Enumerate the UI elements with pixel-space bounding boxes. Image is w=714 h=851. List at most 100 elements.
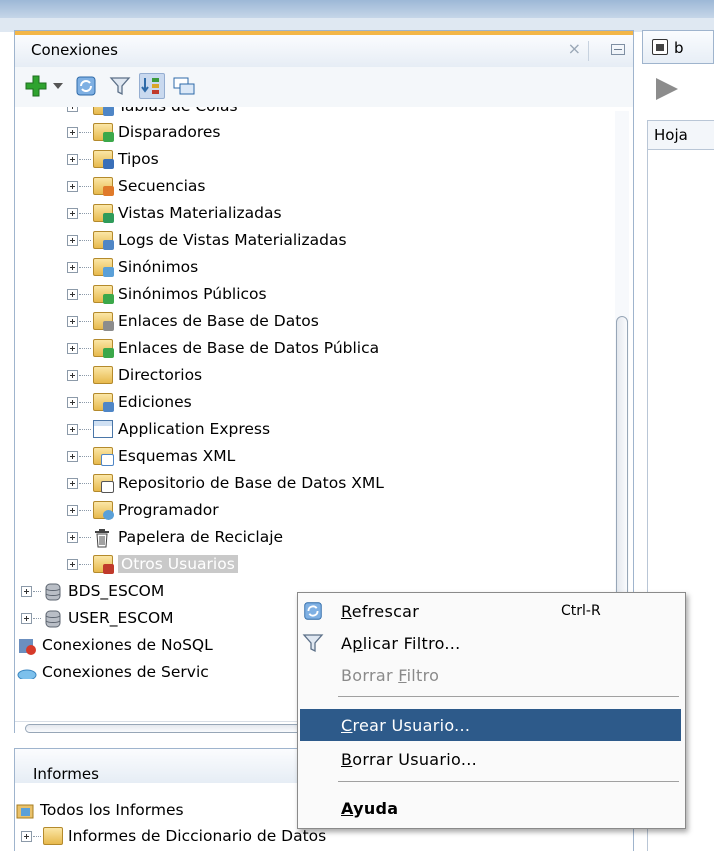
tree-item-queue-tables[interactable]: Tablas de Colas xyxy=(67,107,238,119)
connection-label: USER_ESCOM xyxy=(68,609,174,627)
tree-item-xml-repository[interactable]: Repositorio de Base de Datos XML xyxy=(67,470,384,496)
add-connection-icon[interactable] xyxy=(23,73,49,99)
queue-tables-icon xyxy=(93,107,114,116)
sheet-tab[interactable]: Hoja xyxy=(647,120,714,150)
editions-icon xyxy=(93,393,114,412)
menu-item-help[interactable]: Ayuda xyxy=(298,792,685,824)
filter-icon xyxy=(302,632,324,654)
tree-item-types[interactable]: Tipos xyxy=(67,146,159,172)
expand-icon[interactable] xyxy=(67,107,78,112)
tree-item-recycle-bin[interactable]: Papelera de Reciclaje xyxy=(67,524,283,550)
menu-item-refresh[interactable]: Refrescar Ctrl-R xyxy=(298,595,685,627)
horizontal-scrollbar-thumb[interactable] xyxy=(25,724,325,733)
expand-icon[interactable] xyxy=(67,315,78,327)
tree-item-editions[interactable]: Ediciones xyxy=(67,389,192,415)
expand-icon[interactable] xyxy=(21,585,32,597)
connection-user-escom[interactable]: USER_ESCOM xyxy=(21,605,174,631)
vertical-scrollbar-thumb[interactable] xyxy=(616,316,628,606)
tree-item-public-db-links[interactable]: Enlaces de Base de Datos Pública xyxy=(67,335,379,361)
expand-icon[interactable] xyxy=(67,207,78,219)
reports-item-label: Informes de Diccionario de Datos xyxy=(68,827,327,845)
menu-item-shortcut: Ctrl-R xyxy=(561,603,601,619)
expand-icon[interactable] xyxy=(67,396,78,408)
directories-icon xyxy=(93,366,113,384)
recycle-bin-icon xyxy=(93,528,113,548)
connection-bds-escom[interactable]: BDS_ESCOM xyxy=(21,578,164,604)
tree-item-materialized-views[interactable]: Vistas Materializadas xyxy=(67,200,282,226)
group-nosql-connections[interactable]: Conexiones de NoSQL xyxy=(17,632,213,658)
mv-logs-icon xyxy=(93,231,114,250)
editor-tab-label: b xyxy=(674,39,684,57)
xml-repository-icon xyxy=(93,474,114,493)
expand-icon[interactable] xyxy=(67,477,78,489)
expand-icon[interactable] xyxy=(67,180,78,192)
triggers-icon xyxy=(93,123,114,142)
database-icon xyxy=(43,609,63,628)
menu-item-create-user[interactable]: Crear Usuario... xyxy=(300,709,681,741)
tree-item-public-synonyms[interactable]: Sinónimos Públicos xyxy=(67,281,267,307)
expand-icon[interactable] xyxy=(67,342,78,354)
dropdown-arrow-icon[interactable] xyxy=(51,73,65,99)
menu-item-label: Refrescar xyxy=(341,601,420,621)
reports-item-dictionary[interactable]: Informes de Diccionario de Datos xyxy=(21,823,326,849)
tree-item-label: Sinónimos xyxy=(118,258,199,276)
tree-item-directories[interactable]: Directorios xyxy=(67,362,202,388)
group-cloud-connections[interactable]: Conexiones de Servic xyxy=(17,659,209,679)
expand-icon[interactable] xyxy=(21,830,32,842)
schema-browser-icon[interactable] xyxy=(139,73,165,99)
manage-connections-icon[interactable] xyxy=(171,73,197,99)
tree-item-label: Tablas de Colas xyxy=(118,107,238,115)
expand-icon[interactable] xyxy=(67,531,78,543)
menu-item-delete-user[interactable]: Borrar Usuario... xyxy=(298,743,685,775)
expand-icon[interactable] xyxy=(21,612,32,624)
menu-item-label: Borrar Filtro xyxy=(341,665,440,685)
refresh-icon[interactable] xyxy=(73,73,99,99)
tree-item-mv-logs[interactable]: Logs de Vistas Materializadas xyxy=(67,227,347,253)
tree-item-db-links[interactable]: Enlaces de Base de Datos xyxy=(67,308,319,334)
expand-icon[interactable] xyxy=(67,558,78,570)
menu-item-clear-filter: Borrar Filtro xyxy=(298,659,685,691)
group-label: Conexiones de Servic xyxy=(42,663,209,679)
window-title-bar xyxy=(0,0,714,18)
db-links-icon xyxy=(93,312,114,331)
menu-separator xyxy=(338,696,679,697)
tree-item-label: Disparadores xyxy=(118,123,221,141)
filter-icon[interactable] xyxy=(107,73,133,99)
tree-item-label: Secuencias xyxy=(118,177,206,195)
expand-icon[interactable] xyxy=(67,504,78,516)
scheduler-icon xyxy=(93,501,114,520)
tree-item-other-users[interactable]: Otros Usuarios xyxy=(67,551,238,577)
editor-tab[interactable]: b xyxy=(642,30,714,64)
close-icon[interactable]: × xyxy=(568,39,581,58)
nosql-connections-icon xyxy=(17,636,37,655)
tree-item-label: Ediciones xyxy=(118,393,192,411)
tree-item-application-express[interactable]: Application Express xyxy=(67,416,270,442)
minimize-icon[interactable] xyxy=(611,44,625,55)
tree-item-label: Vistas Materializadas xyxy=(118,204,282,222)
menu-item-apply-filter[interactable]: Aplicar Filtro... xyxy=(298,627,685,659)
tree-item-scheduler[interactable]: Programador xyxy=(67,497,219,523)
reports-item-all[interactable]: Todos los Informes xyxy=(15,797,184,823)
expand-icon[interactable] xyxy=(67,126,78,138)
all-reports-icon xyxy=(15,801,35,819)
expand-icon[interactable] xyxy=(67,153,78,165)
expand-icon[interactable] xyxy=(67,423,78,435)
header-divider xyxy=(588,41,589,61)
tree-item-sequences[interactable]: Secuencias xyxy=(67,173,205,199)
expand-icon[interactable] xyxy=(67,369,78,381)
run-icon[interactable] xyxy=(656,78,678,100)
expand-icon[interactable] xyxy=(67,288,78,300)
expand-icon[interactable] xyxy=(67,234,78,246)
tree-item-label: Enlaces de Base de Datos xyxy=(118,312,319,330)
tree-item-xml-schemas[interactable]: Esquemas XML xyxy=(67,443,235,469)
tree-item-label: Programador xyxy=(118,501,219,519)
tree-item-label: Tipos xyxy=(118,150,159,168)
tree-item-synonyms[interactable]: Sinónimos xyxy=(67,254,198,280)
tree-item-label: Otros Usuarios xyxy=(118,555,238,573)
cloud-connections-icon xyxy=(17,663,37,679)
expand-icon[interactable] xyxy=(67,450,78,462)
connections-toolbar xyxy=(15,67,633,107)
expand-icon[interactable] xyxy=(67,261,78,273)
public-db-links-icon xyxy=(93,339,114,358)
tree-item-triggers[interactable]: Disparadores xyxy=(67,119,221,145)
